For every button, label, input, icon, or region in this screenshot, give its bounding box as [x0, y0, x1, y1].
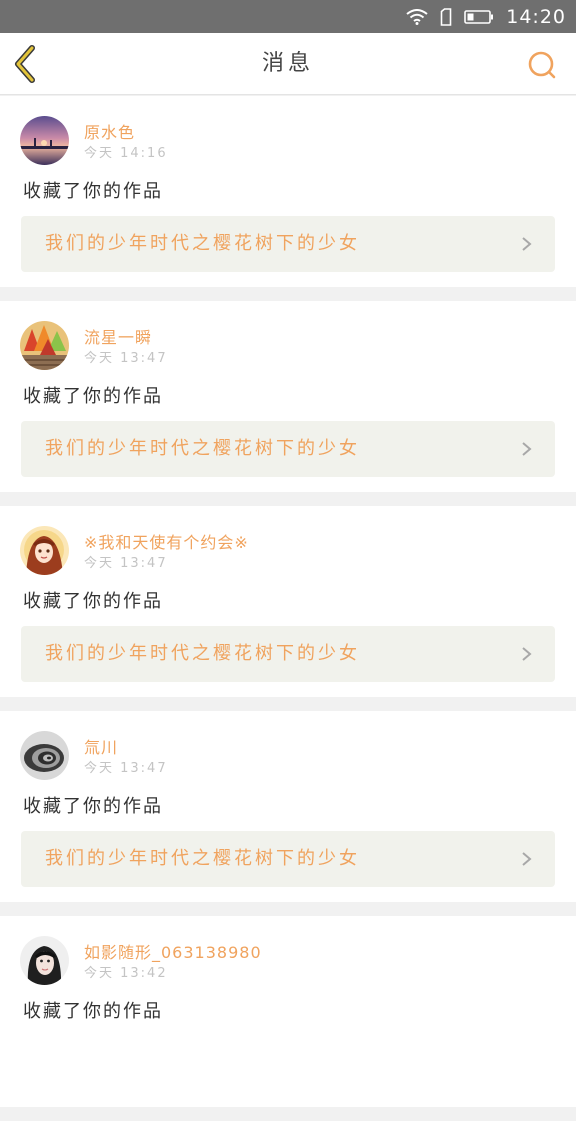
- user-avatar[interactable]: [20, 936, 69, 985]
- message-time: 今天 13:42: [84, 966, 168, 981]
- search-icon: [528, 51, 556, 79]
- user-avatar[interactable]: [20, 526, 69, 575]
- action-text: 收藏了你的作品: [23, 386, 163, 407]
- work-link[interactable]: 我们的少年时代之樱花树下的少女: [21, 831, 555, 887]
- battery-icon: [464, 9, 494, 24]
- message-card: 氚川 今天 13:47 收藏了你的作品 我们的少年时代之樱花树下的少女: [0, 711, 576, 902]
- message-card: 如影随形_063138980 今天 13:42 收藏了你的作品: [0, 916, 576, 1107]
- message-time: 今天 13:47: [84, 761, 168, 776]
- nav-bar: 消息: [0, 33, 576, 95]
- status-bar: 14:20: [0, 0, 576, 33]
- work-link[interactable]: 我们的少年时代之樱花树下的少女: [21, 216, 555, 272]
- spiral-avatar: [20, 731, 69, 780]
- message-time: 今天 14:16: [84, 146, 168, 161]
- message-time: 今天 13:47: [84, 351, 168, 366]
- username[interactable]: 如影随形_063138980: [84, 939, 262, 963]
- username[interactable]: 氚川: [84, 734, 118, 758]
- user-avatar[interactable]: [20, 116, 69, 165]
- chevron-right-icon: [522, 852, 532, 866]
- chevron-right-icon: [522, 647, 532, 661]
- work-title: 我们的少年时代之樱花树下的少女: [45, 438, 360, 459]
- message-card: 流星一瞬 今天 13:47 收藏了你的作品 我们的少年时代之樱花树下的少女: [0, 301, 576, 492]
- sunset-avatar: [20, 116, 69, 165]
- chevron-right-icon: [522, 237, 532, 251]
- work-title: 我们的少年时代之樱花树下的少女: [45, 233, 360, 254]
- status-time: 14:20: [506, 5, 566, 28]
- message-card: ※我和天使有个约会※ 今天 13:47 收藏了你的作品 我们的少年时代之樱花树下…: [0, 506, 576, 697]
- anime-girl-avatar: [20, 526, 69, 575]
- girl-photo-avatar: [20, 936, 69, 985]
- work-link[interactable]: 我们的少年时代之樱花树下的少女: [21, 421, 555, 477]
- message-list: 原水色 今天 14:16 收藏了你的作品 我们的少年时代之樱花树下的少女 流星一…: [0, 96, 576, 1121]
- user-avatar[interactable]: [20, 321, 69, 370]
- page-title: 消息: [261, 51, 314, 76]
- wifi-icon: [406, 8, 428, 25]
- username[interactable]: 流星一瞬: [84, 324, 152, 348]
- action-text: 收藏了你的作品: [23, 1001, 163, 1022]
- work-link[interactable]: 我们的少年时代之樱花树下的少女: [21, 626, 555, 682]
- message-card: 原水色 今天 14:16 收藏了你的作品 我们的少年时代之樱花树下的少女: [0, 96, 576, 287]
- action-text: 收藏了你的作品: [23, 796, 163, 817]
- work-title: 我们的少年时代之樱花树下的少女: [45, 848, 360, 869]
- username[interactable]: 原水色: [84, 119, 135, 143]
- autumn-leaves-avatar: [20, 321, 69, 370]
- action-text: 收藏了你的作品: [23, 591, 163, 612]
- sim-icon: [440, 7, 452, 26]
- message-time: 今天 13:47: [84, 556, 168, 571]
- username[interactable]: ※我和天使有个约会※: [84, 529, 249, 553]
- action-text: 收藏了你的作品: [23, 181, 163, 202]
- chevron-right-icon: [522, 442, 532, 456]
- work-title: 我们的少年时代之樱花树下的少女: [45, 643, 360, 664]
- user-avatar[interactable]: [20, 731, 69, 780]
- search-button[interactable]: [526, 49, 558, 81]
